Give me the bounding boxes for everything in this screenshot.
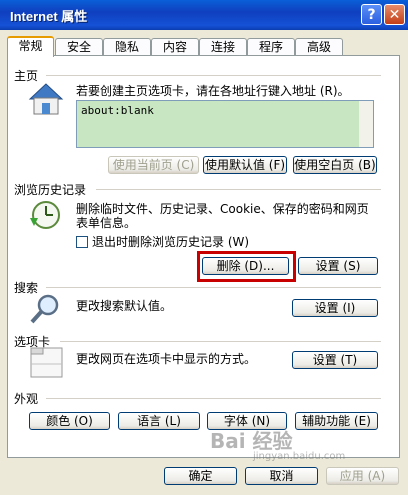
history-description-line1: 删除临时文件、历史记录、Cookie、保存的密码和网页	[76, 202, 369, 216]
home-description: 若要创建主页选项卡，请在各地址行键入地址 (R)。	[76, 84, 350, 98]
languages-button[interactable]: 语言 (L)	[118, 412, 200, 430]
appearance-divider	[46, 398, 381, 399]
tab-security[interactable]: 安全	[55, 38, 103, 55]
delete-history-button[interactable]: 删除 (D)...	[202, 257, 289, 275]
delete-on-exit-label: 退出时删除浏览历史记录 (W)	[92, 235, 250, 249]
tabs-divider	[60, 341, 381, 342]
tab-privacy[interactable]: 隐私	[103, 38, 151, 55]
history-description-line2: 表单信息。	[76, 216, 137, 230]
watermark-logo: Bai 经验	[210, 429, 293, 453]
history-clock-icon	[30, 201, 60, 229]
home-icon	[28, 83, 64, 115]
use-blank-button[interactable]: 使用空白页 (B)	[293, 156, 377, 174]
appearance-section-label: 外观	[14, 392, 39, 406]
help-button[interactable]: ?	[361, 4, 382, 25]
apply-button[interactable]: 应用 (A)	[326, 467, 399, 485]
window-title: Internet 属性	[10, 9, 88, 24]
address-scrollbar[interactable]	[359, 101, 373, 147]
title-bar[interactable]: Internet 属性 ? ✕	[0, 0, 408, 30]
ok-button[interactable]: 确定	[164, 467, 237, 485]
history-section-label: 浏览历史记录	[14, 183, 87, 197]
accessibility-button[interactable]: 辅助功能 (E)	[295, 412, 378, 430]
history-divider	[96, 189, 381, 190]
internet-options-dialog: Internet 属性 ? ✕ 常规 安全 隐私 内容 连接 程序 高级 主页 …	[0, 0, 408, 495]
search-settings-button[interactable]: 设置 (I)	[292, 299, 378, 317]
watermark-url: jingyan.baidu.com	[253, 451, 346, 462]
tab-general[interactable]: 常规	[7, 36, 54, 57]
delete-on-exit-checkbox[interactable]	[76, 236, 88, 248]
close-button[interactable]: ✕	[384, 4, 405, 25]
tab-advanced[interactable]: 高级	[295, 38, 343, 55]
home-divider	[46, 75, 381, 76]
tab-connections[interactable]: 连接	[199, 38, 247, 55]
search-description: 更改搜索默认值。	[76, 299, 173, 313]
use-default-button[interactable]: 使用默认值 (F)	[203, 156, 287, 174]
history-settings-button[interactable]: 设置 (S)	[298, 257, 378, 275]
use-current-button[interactable]: 使用当前页 (C)	[108, 156, 199, 174]
tabs-description: 更改网页在选项卡中显示的方式。	[76, 352, 257, 366]
tab-content[interactable]: 内容	[151, 38, 199, 55]
cancel-button[interactable]: 取消	[245, 467, 318, 485]
search-divider	[46, 287, 381, 288]
home-address-field[interactable]: about:blank	[76, 100, 374, 148]
tabs-window-icon	[30, 347, 63, 378]
tabs-settings-button[interactable]: 设置 (T)	[292, 351, 378, 369]
magnifier-icon	[30, 294, 59, 324]
colors-button[interactable]: 颜色 (O)	[29, 412, 110, 430]
tab-programs[interactable]: 程序	[247, 38, 295, 55]
home-address-value: about:blank	[81, 104, 154, 117]
